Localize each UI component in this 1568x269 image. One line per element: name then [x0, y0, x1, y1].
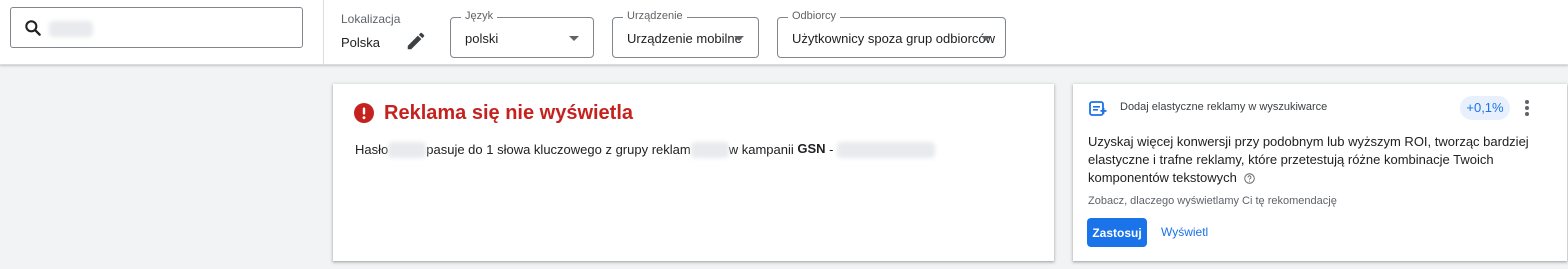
- search-icon: [25, 20, 41, 36]
- recommendation-card: Dodaj elastyczne reklamy w wyszukiwarce …: [1073, 84, 1567, 261]
- device-label: Urządzenie: [623, 10, 687, 22]
- view-button[interactable]: Wyświetl: [1161, 225, 1208, 239]
- recommendation-header: Dodaj elastyczne reklamy w wyszukiwarce: [1120, 101, 1328, 113]
- apply-button[interactable]: Zastosuj: [1087, 218, 1147, 247]
- device-select[interactable]: Urządzenie Urządzenie mobilne: [612, 10, 759, 58]
- error-icon: [354, 103, 374, 123]
- uplift-badge: +0,1%: [1460, 96, 1510, 120]
- desc-part2: pasuje do 1 słowa kluczowego z grupy rek…: [426, 142, 691, 158]
- device-value: Urządzenie mobilne: [627, 31, 742, 46]
- divider: [323, 0, 324, 64]
- result-title: Reklama się nie wyświetla: [384, 102, 634, 124]
- location-value: Polska: [341, 35, 381, 50]
- more-vert-icon[interactable]: [1522, 98, 1532, 118]
- preview-result-card: Reklama się nie wyświetla Hasło pasuje do…: [333, 84, 1054, 261]
- audience-select[interactable]: Odbiorcy Użytkownicy spoza grup odbiorcó…: [777, 10, 1006, 58]
- chevron-down-icon: [981, 36, 991, 41]
- keyword-redacted: [388, 141, 427, 158]
- recommendation-text: Uzyskaj więcej konwersji przy podobnym l…: [1088, 134, 1529, 185]
- top-bar: Lokalizacja Polska Język polski Urządzen…: [0, 0, 1568, 65]
- language-value: polski: [465, 31, 499, 46]
- chevron-down-icon: [569, 36, 579, 41]
- responsive-ad-icon: [1089, 101, 1107, 116]
- campaign-name: GSN: [797, 141, 826, 156]
- desc-dash: -: [829, 142, 834, 158]
- ad-group-redacted: [690, 141, 729, 158]
- language-label: Język: [461, 10, 498, 22]
- desc-part3: w kampanii: [728, 142, 794, 158]
- chevron-down-icon: [734, 36, 744, 41]
- audience-value: Użytkownicy spoza grup odbiorców: [792, 31, 996, 46]
- recommendation-body: Uzyskaj więcej konwersji przy podobnym l…: [1088, 133, 1538, 187]
- audience-label: Odbiorcy: [788, 10, 841, 22]
- search-input[interactable]: [10, 7, 303, 48]
- campaign-suffix-redacted: [837, 141, 936, 158]
- location-label: Lokalizacja: [341, 12, 401, 26]
- help-icon[interactable]: [1244, 173, 1256, 184]
- search-query-redacted: [49, 21, 93, 37]
- language-select[interactable]: Język polski: [450, 10, 594, 58]
- desc-part1: Hasło: [355, 142, 389, 158]
- why-recommendation-link[interactable]: Zobacz, dlaczego wyświetlamy Ci tę rekom…: [1088, 195, 1337, 207]
- result-description: Hasło pasuje do 1 słowa kluczowego z grup…: [355, 141, 936, 158]
- pencil-icon[interactable]: [405, 30, 427, 52]
